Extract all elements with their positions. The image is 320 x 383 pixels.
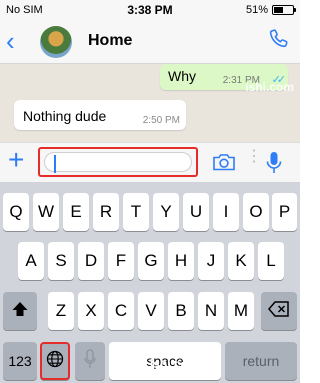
globe-icon [46,350,64,373]
key-e[interactable]: E [63,193,89,231]
key-d[interactable]: D [78,242,104,280]
contact-avatar[interactable] [40,26,72,58]
key-u[interactable]: U [183,193,209,231]
key-w[interactable]: W [33,193,59,231]
chat-title[interactable]: Home [88,32,132,50]
key-k[interactable]: K [228,242,254,280]
status-bar: No SIM 3:38 PM 51% [0,0,300,20]
return-key[interactable]: return [225,342,297,380]
incoming-message[interactable]: Nothing dude 2:50 PM [14,100,186,130]
key-j[interactable]: J [198,242,224,280]
microphone-icon[interactable] [266,151,282,180]
key-a[interactable]: A [18,242,44,280]
key-y[interactable]: Y [153,193,179,231]
key-i[interactable]: I [213,193,239,231]
back-chevron-icon[interactable]: ‹ [6,28,15,54]
key-n[interactable]: N [198,292,224,330]
message-text: Nothing dude [23,108,107,124]
message-input[interactable] [38,147,198,177]
add-icon[interactable]: + [8,145,24,175]
key-h[interactable]: H [168,242,194,280]
delete-key[interactable] [261,292,297,330]
dictation-key[interactable] [75,342,105,380]
chat-header: ‹ Home [0,20,300,64]
key-p[interactable]: P [272,193,297,231]
battery-icon [272,5,296,15]
camera-icon[interactable] [212,152,236,177]
key-r[interactable]: R [93,193,119,231]
key-v[interactable]: V [138,292,164,330]
key-q[interactable]: Q [3,193,29,231]
key-s[interactable]: S [48,242,74,280]
key-x[interactable]: X [78,292,104,330]
numbers-key[interactable]: 123 [3,342,37,380]
key-g[interactable]: G [138,242,164,280]
battery-status: 51% [245,4,296,16]
message-input-field[interactable] [44,152,192,172]
more-icon[interactable]: ⋮ [246,149,262,165]
compose-bar: + ⋮ [0,142,300,182]
shift-icon [11,301,29,322]
delete-icon [268,300,290,322]
key-c[interactable]: C [108,292,134,330]
battery-percent: 51% [245,4,268,16]
shift-key[interactable] [3,292,37,330]
keyboard-watermark: ishi.com [150,357,199,371]
key-m[interactable]: M [228,292,254,330]
key-z[interactable]: Z [48,292,74,330]
dictation-mic-icon [84,348,96,374]
key-t[interactable]: T [123,193,149,231]
key-l[interactable]: L [258,242,284,280]
watermark: ishi.com [245,80,294,94]
globe-key[interactable] [40,342,70,380]
keyboard: Q W E R T Y U I O P A S D F G H J K L Z … [0,182,300,383]
key-b[interactable]: B [168,292,194,330]
message-list[interactable]: Why 2:31 PM ✓✓ Nothing dude 2:50 PM ishi… [0,64,300,142]
key-f[interactable]: F [108,242,134,280]
message-text: Why [168,68,196,84]
call-icon[interactable] [268,28,290,55]
key-o[interactable]: O [243,193,269,231]
text-cursor [54,155,56,173]
message-time: 2:50 PM [142,115,180,126]
